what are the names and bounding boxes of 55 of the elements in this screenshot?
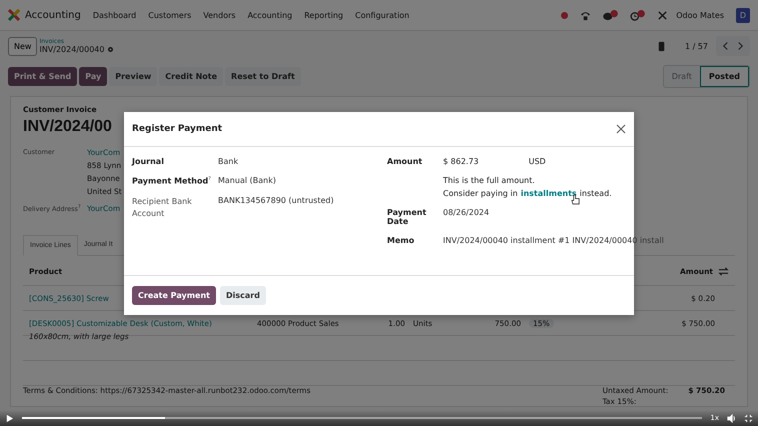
field-value[interactable]: 08/26/2024	[443, 208, 490, 226]
fullscreen-icon[interactable]	[744, 414, 753, 422]
dialog-title: Register Payment	[132, 124, 222, 134]
action-button[interactable]: Preview	[109, 66, 158, 86]
field-label: Payment Date	[387, 208, 426, 226]
field-value[interactable]: Manual (Bank)	[218, 176, 276, 186]
amount-field[interactable]: $ 862.73	[443, 157, 479, 166]
status-dot-icon	[561, 12, 568, 18]
note-text: instead.	[580, 189, 612, 198]
help-mark[interactable]: ?	[78, 204, 81, 210]
close-icon[interactable]	[616, 124, 626, 134]
field-label: Amount	[387, 157, 422, 166]
field-label: Payment Method	[132, 176, 208, 186]
new-button[interactable]: New	[8, 36, 38, 56]
field-label: Memo	[387, 236, 414, 245]
menu-item[interactable]: Reporting	[304, 10, 344, 20]
next-icon[interactable]	[737, 41, 744, 51]
help-mark[interactable]: ?	[208, 176, 211, 182]
currency-field[interactable]: USD	[528, 157, 546, 166]
menu-item[interactable]: Accounting	[248, 10, 292, 20]
action-button[interactable]: Reset to Draft	[225, 66, 301, 86]
pager-value[interactable]: 1 / 57	[684, 42, 708, 50]
menu-item[interactable]: Customers	[148, 10, 192, 20]
field-value[interactable]: BANK134567890 (untrusted)	[218, 196, 334, 220]
action-button[interactable]: Credit Note	[159, 66, 224, 86]
status-step[interactable]: Posted	[700, 66, 749, 86]
app-logo-icon	[8, 9, 20, 21]
column-settings-icon[interactable]	[718, 266, 729, 278]
field-label: Recipient Bank Account	[132, 196, 193, 220]
volume-icon[interactable]	[727, 414, 736, 422]
tools-icon[interactable]	[657, 10, 668, 20]
record-name: INV/2024/00040	[39, 45, 104, 54]
action-button[interactable]: Pay	[79, 66, 108, 86]
play-icon[interactable]	[5, 414, 14, 422]
gear-icon[interactable]	[107, 46, 114, 53]
invoice-title: INV/2024/00	[23, 118, 112, 136]
note-text: Consider paying in	[443, 189, 518, 198]
clock-icon[interactable]	[630, 10, 646, 20]
chat-icon[interactable]	[603, 10, 618, 20]
action-button[interactable]: Print & Send	[8, 66, 78, 86]
installments-link[interactable]: installments	[520, 189, 577, 198]
phone-icon[interactable]	[580, 10, 592, 20]
user-name[interactable]: Odoo Mates	[676, 10, 724, 20]
menu-item[interactable]: Vendors	[203, 10, 236, 20]
menu-item[interactable]: Dashboard	[92, 10, 136, 20]
dialog-button[interactable]: Discard	[220, 286, 266, 305]
field-value[interactable]: Bank	[218, 157, 238, 166]
previous-icon[interactable]	[722, 41, 729, 51]
app-name[interactable]: Accounting	[25, 10, 81, 20]
note-text: This is the full amount.	[443, 176, 536, 185]
user-avatar[interactable]: D	[736, 8, 750, 22]
menu-item[interactable]: Configuration	[355, 10, 410, 20]
dialog-button[interactable]: Create Payment	[132, 286, 216, 305]
field-label: Journal	[132, 157, 164, 166]
status-step[interactable]: Draft	[664, 66, 700, 86]
